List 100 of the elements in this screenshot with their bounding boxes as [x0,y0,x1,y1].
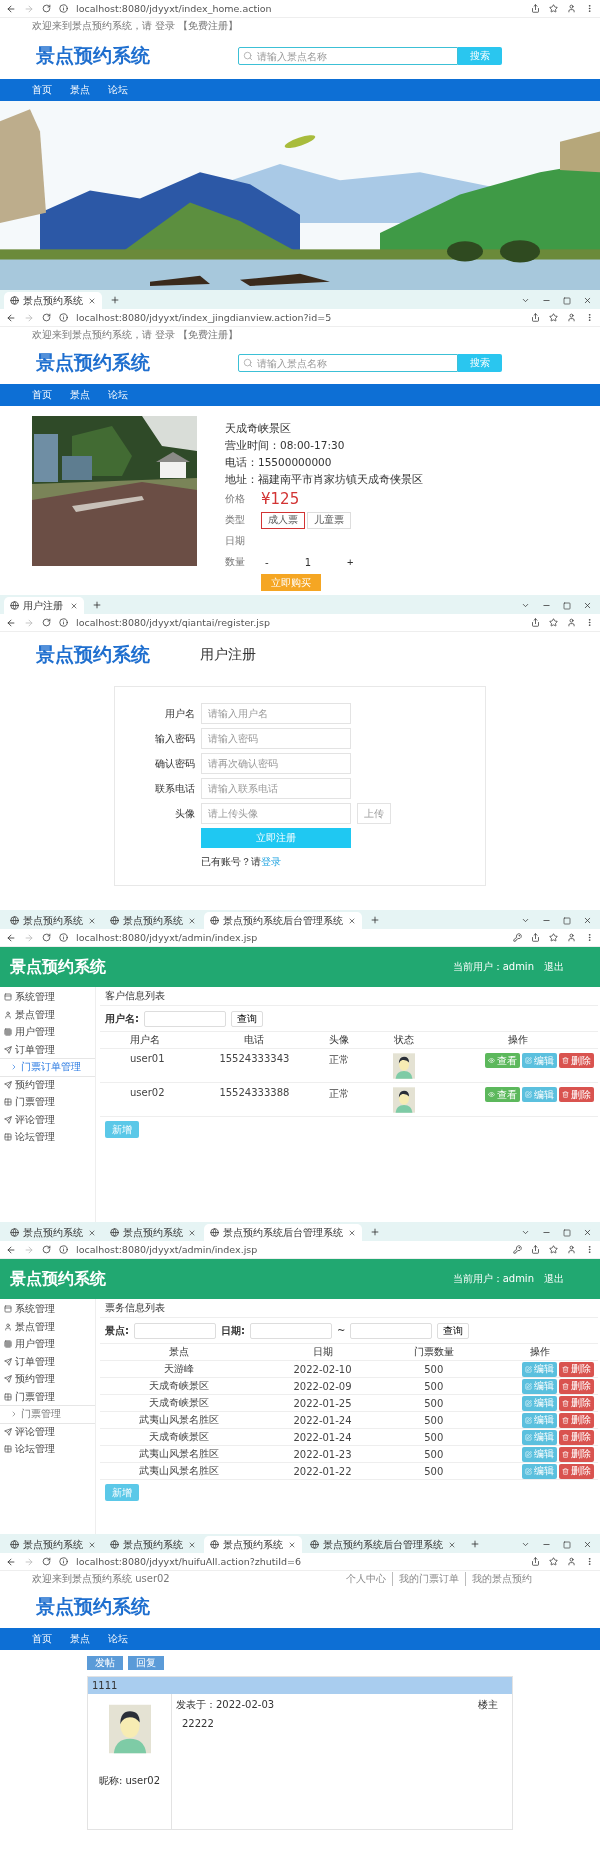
close-icon[interactable] [583,916,592,925]
key-icon[interactable] [513,1245,522,1254]
sidebar-item[interactable]: 评论管理 [0,1423,95,1441]
new-tab-icon[interactable] [370,915,380,925]
maximize-icon[interactable] [563,601,571,610]
browser-tab[interactable]: 用户注册 [4,597,84,614]
star-icon[interactable] [549,313,558,322]
new-tab-icon[interactable] [370,1227,380,1237]
share-icon[interactable] [531,1557,540,1566]
close-icon[interactable] [583,296,592,305]
star-icon[interactable] [549,1245,558,1254]
maximize-icon[interactable] [563,296,571,305]
view-button[interactable]: 查看 [485,1087,520,1102]
close-icon[interactable] [88,916,96,925]
delete-button[interactable]: 删除 [559,1087,594,1102]
new-tab-icon[interactable] [92,600,102,610]
close-icon[interactable] [188,1540,196,1549]
maximize-icon[interactable] [563,1228,571,1237]
top-link[interactable]: 个人中心 [340,1571,392,1586]
browser-tab[interactable]: 景点预约系统 [104,1536,202,1553]
logout-link[interactable]: 退出 [544,1272,564,1286]
maximize-icon[interactable] [563,1540,571,1549]
menu-icon[interactable] [585,313,594,322]
sidebar-subitem[interactable]: 门票管理 [0,1406,95,1424]
input-field[interactable]: 请输入密码 [201,728,351,749]
query-button[interactable]: 查询 [231,1010,263,1027]
reload-icon[interactable] [42,618,51,627]
close-icon[interactable] [288,1540,296,1549]
browser-tab[interactable]: 景点预约系统 [4,912,102,929]
share-icon[interactable] [531,1245,540,1254]
star-icon[interactable] [549,1557,558,1566]
sidebar-item[interactable]: 论坛管理 [0,1129,95,1147]
ticket-type-option[interactable]: 成人票 [261,511,305,529]
menu-icon[interactable] [585,1557,594,1566]
browser-tab[interactable]: 景点预约系统 [104,912,202,929]
ticket-type-option[interactable]: 儿童票 [307,511,351,529]
nav-link[interactable]: 论坛 [108,1632,128,1646]
reload-icon[interactable] [42,1557,51,1566]
browser-tab[interactable]: 景点预约系统 [204,1536,302,1553]
close-icon[interactable] [88,1228,96,1237]
sidebar-item[interactable]: 用户管理 [0,1024,95,1042]
reload-icon[interactable] [42,933,51,942]
view-button[interactable]: 查看 [485,1053,520,1068]
reload-icon[interactable] [42,313,51,322]
browser-tab[interactable]: 景点预约系统 [4,292,102,309]
close-icon[interactable] [70,601,78,610]
back-icon[interactable] [6,3,16,14]
search-field[interactable]: 请输入景点名称 [238,354,458,372]
input-field[interactable]: 请输入联系电话 [201,778,351,799]
close-icon[interactable] [348,1228,356,1237]
share-icon[interactable] [531,4,540,13]
delete-button[interactable]: 删除 [559,1395,594,1411]
sidebar-item[interactable]: 用户管理 [0,1336,95,1354]
address-bar-url[interactable]: localhost:8080/jdyyxt/index_jingdianview.action?id=5 [76,312,332,323]
close-icon[interactable] [583,1228,592,1237]
close-icon[interactable] [348,916,356,925]
nav-link[interactable]: 论坛 [108,388,128,402]
delete-button[interactable]: 删除 [559,1429,594,1445]
delete-button[interactable]: 删除 [559,1053,594,1068]
address-bar-url[interactable]: localhost:8080/jdyyxt/admin/index.jsp [76,932,258,943]
back-icon[interactable] [6,1556,16,1567]
nav-link[interactable]: 景点 [70,83,90,97]
sidebar-item[interactable]: 系统管理 [0,989,95,1007]
share-icon[interactable] [531,618,540,627]
browser-tab[interactable]: 景点预约系统后台管理系统 [204,912,362,929]
address-bar-url[interactable]: localhost:8080/jdyyxt/index_home.action [76,3,272,14]
new-tab-icon[interactable] [470,1539,480,1549]
sidebar-item[interactable]: 景点管理 [0,1006,95,1024]
nav-link[interactable]: 首页 [32,388,52,402]
chevron-down-icon[interactable] [521,1228,530,1237]
input-field[interactable]: 请输入用户名 [201,703,351,724]
browser-tab[interactable]: 景点预约系统 [4,1224,102,1241]
top-link[interactable]: 我的景点预约 [465,1571,538,1586]
user-icon[interactable] [567,618,576,627]
chevron-down-icon[interactable] [521,916,530,925]
nav-link[interactable]: 首页 [32,83,52,97]
address-bar-url[interactable]: localhost:8080/jdyyxt/huifuAll.action?zhutiId=6 [76,1556,302,1567]
sidebar-item[interactable]: 预约管理 [0,1076,95,1094]
close-icon[interactable] [448,1540,456,1549]
forum-button[interactable]: 发帖 [87,1656,123,1670]
chevron-down-icon[interactable] [521,601,530,610]
address-bar-url[interactable]: localhost:8080/jdyyxt/qiantai/register.jsp [76,617,270,628]
increase-button[interactable]: + [343,556,358,568]
delete-button[interactable]: 删除 [559,1463,594,1479]
star-icon[interactable] [549,933,558,942]
user-icon[interactable] [567,1245,576,1254]
reload-icon[interactable] [42,4,51,13]
input-field[interactable] [250,1322,332,1339]
input-field[interactable] [350,1322,433,1339]
forum-button[interactable]: 回复 [128,1656,164,1670]
reload-icon[interactable] [42,1245,51,1254]
close-icon[interactable] [583,601,592,610]
sidebar-item[interactable]: 预约管理 [0,1371,95,1389]
nav-link[interactable]: 论坛 [108,83,128,97]
address-bar-url[interactable]: localhost:8080/jdyyxt/admin/index.jsp [76,1244,258,1255]
user-icon[interactable] [567,1557,576,1566]
close-icon[interactable] [188,1228,196,1237]
close-icon[interactable] [188,916,196,925]
delete-button[interactable]: 删除 [559,1361,594,1377]
menu-icon[interactable] [585,1245,594,1254]
